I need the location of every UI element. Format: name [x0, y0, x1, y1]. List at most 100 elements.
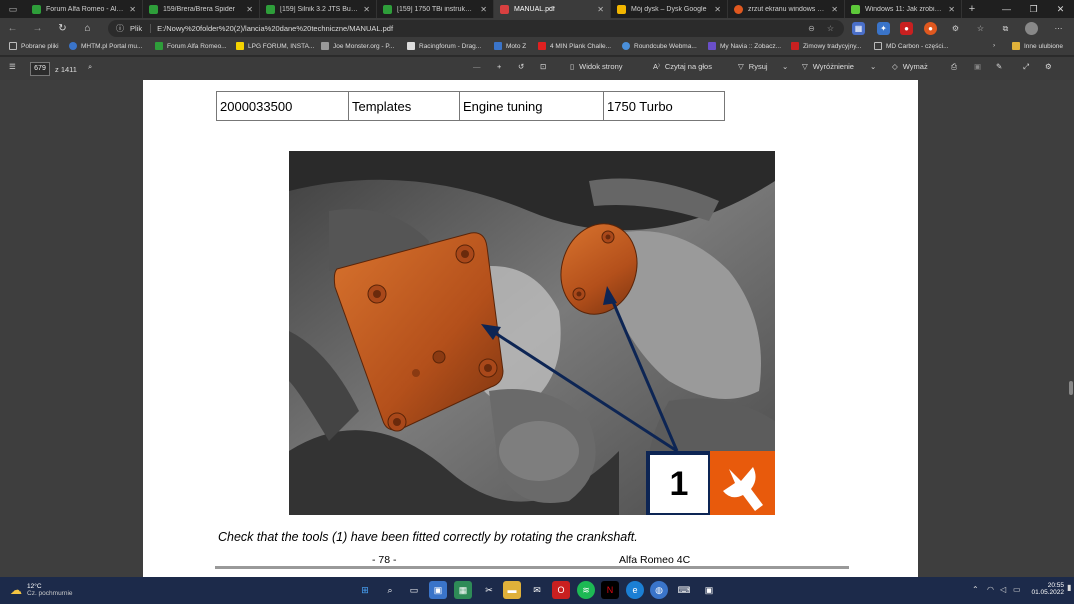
notifications-icon[interactable]: ▮	[1067, 583, 1071, 592]
forward-icon[interactable]: →	[25, 23, 50, 34]
new-tab-button[interactable]: +	[962, 0, 982, 18]
draw-button[interactable]: ▽ Rysuj	[738, 62, 768, 71]
page-view-button[interactable]: ▯ Widok strony	[570, 62, 623, 71]
more-menu-icon[interactable]: ⋯	[1052, 22, 1065, 35]
bookmark-item[interactable]: Joe Monster.org - P...	[321, 42, 394, 50]
scrollbar-thumb[interactable]	[1069, 381, 1073, 395]
erase-button[interactable]: ◇ Wymaż	[892, 62, 928, 71]
other-bookmarks[interactable]: Inne ulubione	[1012, 42, 1063, 50]
read-aloud-button[interactable]: A⁾ Czytaj na głos	[653, 62, 712, 71]
netflix-icon[interactable]: N	[601, 581, 619, 599]
bookmark-item[interactable]: MD Carbon - części...	[874, 42, 949, 50]
tab-6[interactable]: zrzut ekranu windows 11 a ✕	[728, 0, 845, 18]
pdf-toolbar: ☰ 679 z 1411 ⌕ — + ↺ ⊡ ▯ Widok strony A⁾ Cz…	[0, 57, 1074, 80]
app-icon[interactable]: ▦	[454, 581, 472, 599]
back-icon[interactable]: ←	[0, 23, 25, 34]
address-url[interactable]: E:/Nowy%20folder%20(2)/lancia%20dane%20t…	[157, 24, 393, 33]
bookmark-item[interactable]: Zimowy tradycyjny...	[791, 42, 861, 50]
fit-page-icon[interactable]: ⊡	[540, 62, 546, 71]
bookmark-label: Moto Z	[506, 42, 527, 50]
bookmark-item[interactable]: Forum Alfa Romeo...	[155, 42, 227, 50]
bookmark-item[interactable]: 4 MIN Plank Challe...	[538, 42, 611, 50]
bookmark-item[interactable]: Racingforum - Drag...	[407, 42, 481, 50]
task-view-icon[interactable]: ▭	[405, 581, 423, 599]
info-icon[interactable]: ⓘ	[116, 23, 124, 34]
search-icon[interactable]: ⌕	[88, 62, 92, 72]
photos-icon[interactable]: ▣	[700, 581, 718, 599]
tab-3[interactable]: [159] 1750 TBi instrukcja w ✕	[377, 0, 494, 18]
favorite-add-icon[interactable]: ☆	[827, 24, 834, 33]
brave-ext-icon[interactable]: ●	[924, 22, 937, 35]
save-as-icon[interactable]: ✎	[996, 62, 1002, 71]
bookmark-item[interactable]: Moto Z	[494, 42, 526, 50]
tab-2[interactable]: [159] Silnik 3.2 JTS Budowa ✕	[260, 0, 377, 18]
extensions-icon[interactable]: ⚙	[949, 22, 962, 35]
close-tab-icon[interactable]: ✕	[948, 5, 955, 14]
zoom-out-icon[interactable]: —	[473, 62, 481, 71]
zoom-in-icon[interactable]: +	[497, 62, 501, 71]
keyboard-icon[interactable]: ⌨	[675, 581, 693, 599]
bookmark-item[interactable]: LPG FORUM, INSTA...	[236, 42, 314, 50]
zoom-icon[interactable]: ⊖	[808, 24, 815, 33]
close-tab-icon[interactable]: ✕	[363, 5, 370, 14]
close-tab-icon[interactable]: ✕	[597, 5, 604, 14]
tab-0[interactable]: Forum Alfa Romeo - Alfaho ✕	[26, 0, 143, 18]
highlight-button[interactable]: ▽ Wyróżnienie	[802, 62, 854, 71]
minimize-icon[interactable]: —	[993, 0, 1020, 18]
table-of-contents-icon[interactable]: ☰	[9, 62, 16, 71]
adblock-ext-icon[interactable]: ●	[900, 22, 913, 35]
collections-icon[interactable]: ⧉	[999, 22, 1012, 35]
address-input[interactable]: ⓘ Plik E:/Nowy%20folder%20(2)/lancia%20d…	[108, 20, 844, 37]
print-icon[interactable]: ⎙	[951, 62, 957, 72]
tab-1[interactable]: 159/Brera/Brera Spider ✕	[143, 0, 260, 18]
bookmarks-overflow-icon[interactable]: ›	[993, 42, 995, 49]
highlight-dropdown-icon[interactable]: ⌄	[870, 62, 876, 71]
bookmark-item[interactable]: My Navia :: Zobacz...	[708, 42, 781, 50]
opera-icon[interactable]: O	[552, 581, 570, 599]
close-tab-icon[interactable]: ✕	[714, 5, 721, 14]
close-window-icon[interactable]: ✕	[1047, 0, 1074, 18]
start-icon[interactable]: ⊞	[356, 581, 374, 599]
wifi-icon[interactable]: ◠	[987, 585, 994, 594]
spotify-icon[interactable]: ≋	[577, 581, 595, 599]
file-explorer-icon[interactable]: ▬	[503, 581, 521, 599]
close-tab-icon[interactable]: ✕	[480, 5, 487, 14]
weather-widget[interactable]: ☁ 12°C Cz. pochmurnie	[10, 583, 73, 597]
bookmark-item[interactable]: Roundcube Webma...	[622, 42, 697, 50]
snipping-tool-icon[interactable]: ✂	[480, 581, 498, 599]
collections-ext-icon[interactable]: ▦	[852, 22, 865, 35]
store-icon[interactable]: ▣	[429, 581, 447, 599]
home-icon[interactable]: ⌂	[75, 23, 100, 34]
mail-icon[interactable]: ✉	[528, 581, 546, 599]
page-number-input[interactable]: 679	[30, 62, 50, 76]
vertical-scrollbar[interactable]	[1068, 80, 1074, 577]
pdf-viewport[interactable]: 2000033500 Templates Engine tuning 1750 …	[0, 80, 1074, 577]
tab-4-active[interactable]: MANUAL.pdf ✕	[494, 0, 611, 18]
save-icon[interactable]: ▣	[974, 62, 981, 71]
battery-icon[interactable]: ▭	[1013, 585, 1021, 594]
chat-icon[interactable]: ◍	[650, 581, 668, 599]
close-tab-icon[interactable]: ✕	[831, 5, 838, 14]
bookmark-item[interactable]: MHTM.pl Portal mu...	[69, 42, 142, 50]
search-icon[interactable]: ⌕	[381, 581, 399, 599]
translate-ext-icon[interactable]: ✦	[877, 22, 890, 35]
clock[interactable]: 20:55 01.05.2022	[1028, 582, 1064, 596]
restore-icon[interactable]: ❐	[1020, 0, 1047, 18]
volume-icon[interactable]: ◁	[1000, 585, 1006, 594]
close-tab-icon[interactable]: ✕	[129, 5, 136, 14]
tab-5[interactable]: Mój dysk – Dysk Google ✕	[611, 0, 728, 18]
fullscreen-icon[interactable]: ⤢	[1023, 62, 1029, 72]
edge-icon[interactable]: e	[626, 581, 644, 599]
draw-dropdown-icon[interactable]: ⌄	[782, 62, 788, 71]
tray-overflow-icon[interactable]: ⌃	[972, 585, 979, 594]
tab-title: [159] 1750 TBi instrukcja w	[397, 5, 476, 13]
rotate-icon[interactable]: ↺	[518, 62, 524, 71]
window-menu-icon[interactable]: ▭	[0, 0, 26, 18]
settings-icon[interactable]: ⚙	[1045, 62, 1052, 71]
profile-avatar[interactable]	[1025, 22, 1038, 35]
bookmark-item[interactable]: Pobrane pliki	[9, 42, 59, 50]
favorites-icon[interactable]: ☆	[974, 22, 987, 35]
refresh-icon[interactable]: ↻	[50, 23, 75, 34]
tab-7[interactable]: Windows 11: Jak zrobić zrz ✕	[845, 0, 962, 18]
close-tab-icon[interactable]: ✕	[246, 5, 253, 14]
